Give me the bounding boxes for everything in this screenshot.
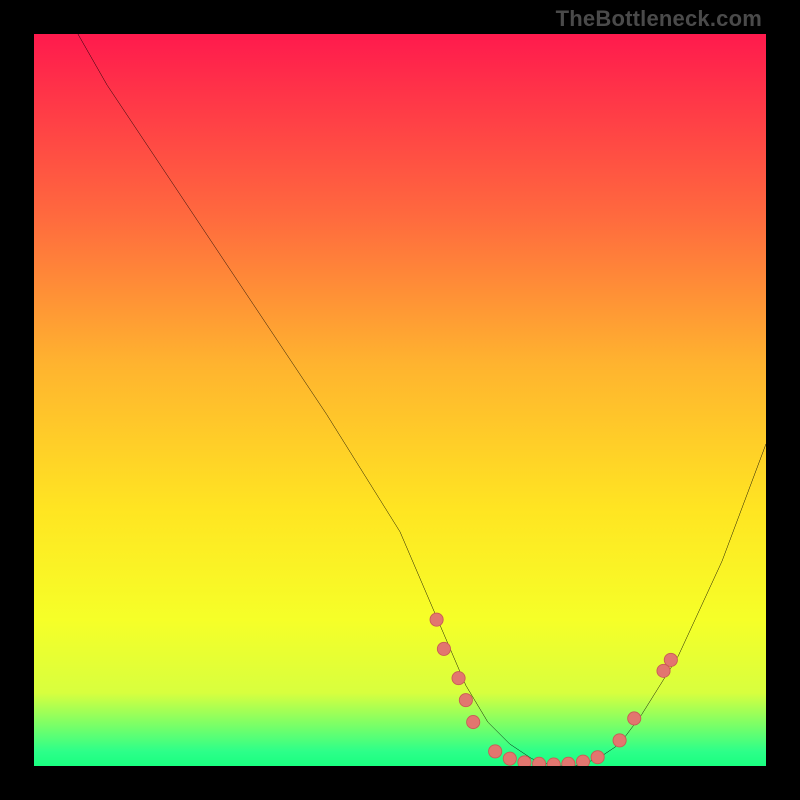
- data-dot: [467, 715, 480, 728]
- data-dot: [613, 734, 626, 747]
- chart-svg: [34, 34, 766, 766]
- data-dot: [664, 653, 677, 666]
- data-dot: [430, 613, 443, 626]
- data-dot: [518, 756, 531, 766]
- data-dot: [437, 642, 450, 655]
- data-dots: [430, 613, 677, 766]
- data-dot: [459, 694, 472, 707]
- watermark-text: TheBottleneck.com: [556, 6, 762, 32]
- data-dot: [503, 752, 516, 765]
- data-dot: [532, 757, 545, 766]
- data-dot: [591, 751, 604, 764]
- data-dot: [562, 757, 575, 766]
- data-dot: [628, 712, 641, 725]
- data-dot: [547, 758, 560, 766]
- data-dot: [452, 672, 465, 685]
- data-dot: [489, 745, 502, 758]
- data-dot: [576, 755, 589, 766]
- bottleneck-curve: [78, 34, 766, 766]
- chart-frame: [34, 34, 766, 766]
